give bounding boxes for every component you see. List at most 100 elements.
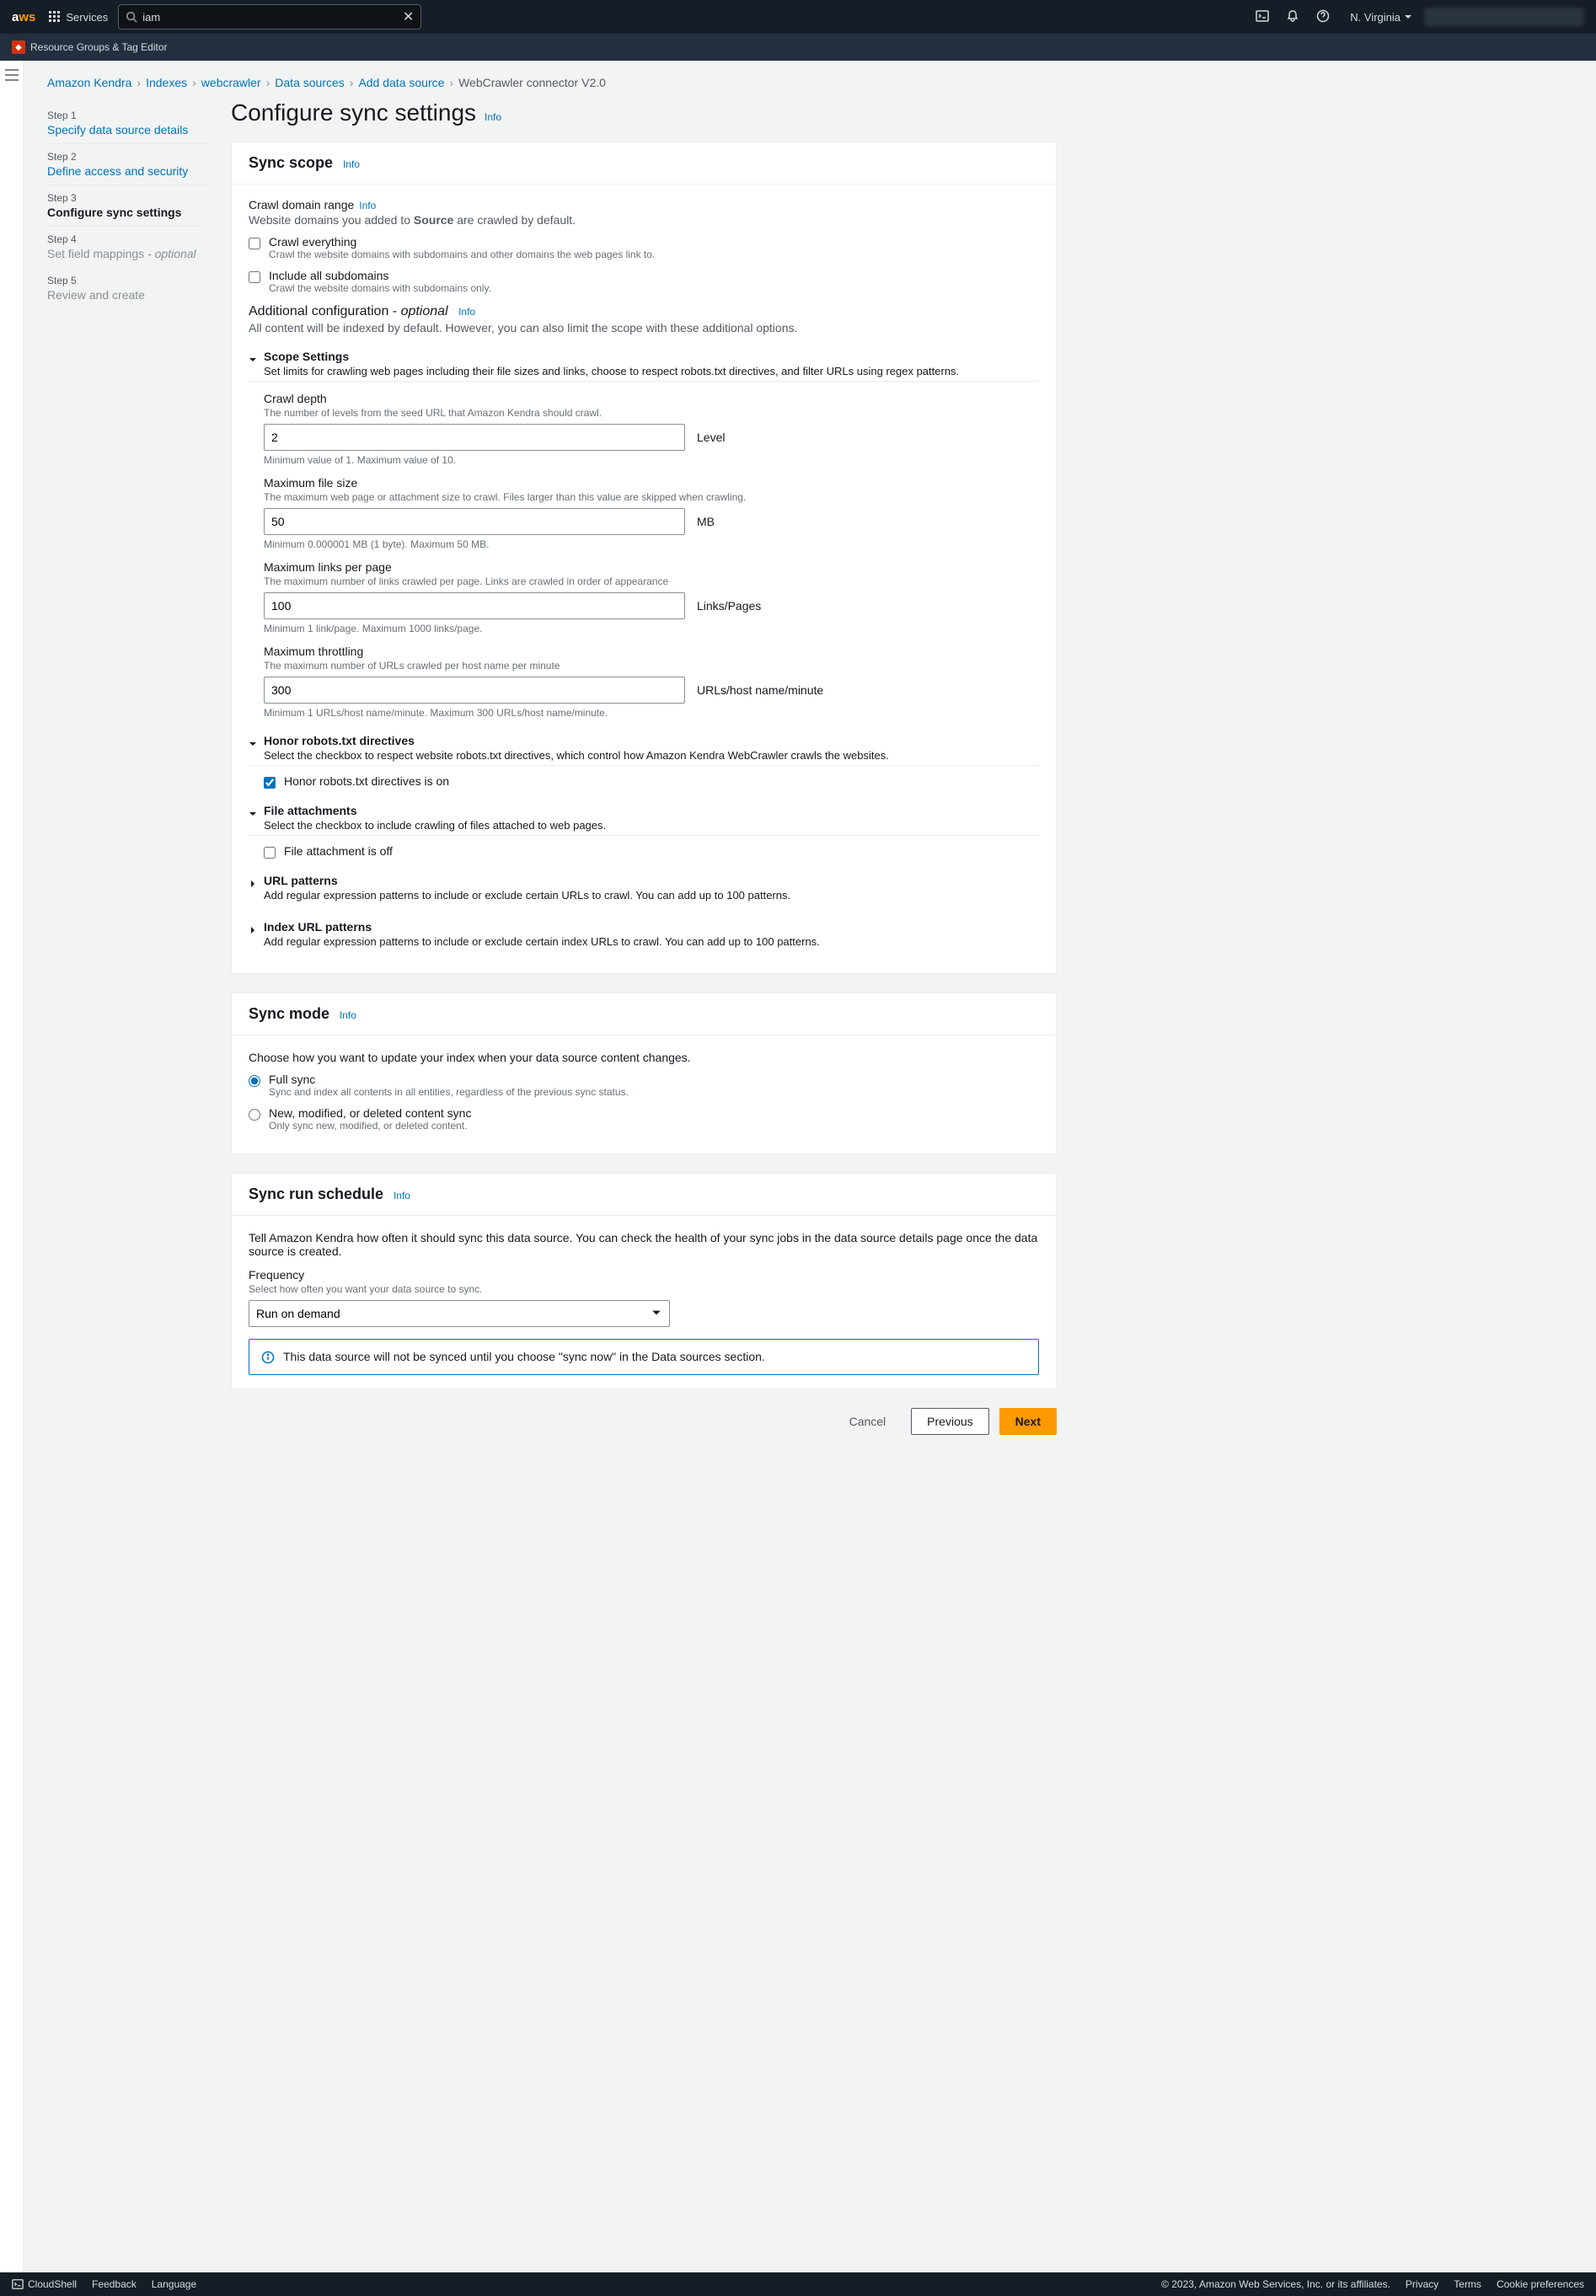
max-links-unit: Links/Pages xyxy=(697,599,761,613)
expander-desc: Select the checkbox to respect website r… xyxy=(264,749,889,762)
info-icon xyxy=(261,1351,275,1364)
previous-button[interactable]: Previous xyxy=(911,1408,988,1435)
help-icon[interactable] xyxy=(1316,9,1330,25)
crawl-domain-range-desc: Website domains you added to Source are … xyxy=(249,213,1039,227)
max-links-label: Maximum links per page xyxy=(264,560,1039,574)
crumb-current: WebCrawler connector V2.0 xyxy=(458,76,606,89)
search-clear-icon[interactable]: ✕ xyxy=(403,8,414,25)
search-icon xyxy=(126,11,137,23)
search-input[interactable] xyxy=(142,11,403,24)
frequency-select[interactable]: Run on demand xyxy=(249,1300,670,1327)
info-link[interactable]: Info xyxy=(340,1009,356,1021)
info-link[interactable]: Info xyxy=(485,111,501,123)
region-selector[interactable]: N. Virginia xyxy=(1350,11,1412,24)
crumb-add-data-source[interactable]: Add data source xyxy=(358,76,444,89)
notifications-icon[interactable] xyxy=(1286,9,1299,25)
delta-sync-input[interactable] xyxy=(249,1109,260,1121)
checkbox-desc: Crawl the website domains with subdomain… xyxy=(269,249,655,260)
footer-privacy[interactable]: Privacy xyxy=(1406,2278,1438,2290)
max-links-hint: Minimum 1 link/page. Maximum 1000 links/… xyxy=(264,623,1039,634)
crawl-domain-range-label: Crawl domain rangeInfo xyxy=(249,198,1039,211)
info-link[interactable]: Info xyxy=(394,1190,410,1202)
aws-logo[interactable]: aws xyxy=(12,10,35,24)
footer-cookie[interactable]: Cookie preferences xyxy=(1497,2278,1584,2290)
index-url-patterns-expander[interactable]: Index URL patterns Add regular expressio… xyxy=(249,917,1039,951)
crumb-kendra[interactable]: Amazon Kendra xyxy=(47,76,131,89)
radio-desc: Only sync new, modified, or deleted cont… xyxy=(269,1120,471,1132)
resource-groups-link[interactable]: Resource Groups & Tag Editor xyxy=(30,41,168,53)
chevron-down-icon xyxy=(1404,13,1412,21)
include-subdomains-input[interactable] xyxy=(249,271,260,283)
checkbox-desc: Crawl the website domains with subdomain… xyxy=(269,282,491,294)
crawl-depth-label: Crawl depth xyxy=(264,392,1039,405)
crumb-data-sources[interactable]: Data sources xyxy=(275,76,344,89)
crawl-everything-checkbox[interactable]: Crawl everything Crawl the website domai… xyxy=(249,235,1039,260)
secondary-bar: ◆ Resource Groups & Tag Editor xyxy=(0,34,1596,61)
honor-robots-input[interactable] xyxy=(264,777,276,789)
breadcrumb: Amazon Kendra› Indexes› webcrawler› Data… xyxy=(47,61,1572,96)
crawl-everything-input[interactable] xyxy=(249,238,260,249)
sync-schedule-panel: Sync run schedule Info Tell Amazon Kendr… xyxy=(231,1173,1057,1389)
footer-terms[interactable]: Terms xyxy=(1454,2278,1481,2290)
max-file-size-hint: Minimum 0.000001 MB (1 byte). Maximum 50… xyxy=(264,538,1039,550)
cancel-button[interactable]: Cancel xyxy=(834,1408,902,1435)
page-title: Configure sync settingsInfo xyxy=(231,99,1057,126)
expander-title: URL patterns xyxy=(264,874,790,887)
additional-config-heading: Additional configuration - optional Info xyxy=(249,304,1039,319)
top-nav: aws Services ✕ N. Virginia xyxy=(0,0,1596,34)
checkbox-label: Include all subdomains xyxy=(269,269,491,282)
resource-groups-icon: ◆ xyxy=(12,40,25,54)
max-throttling-unit: URLs/host name/minute xyxy=(697,683,823,697)
footer-language[interactable]: Language xyxy=(152,2278,196,2290)
search-box[interactable]: ✕ xyxy=(118,4,421,29)
step-1[interactable]: Step 1 Specify data source details xyxy=(47,103,207,144)
max-links-input[interactable] xyxy=(264,592,685,619)
sync-schedule-heading: Sync run schedule xyxy=(249,1185,383,1202)
include-subdomains-checkbox[interactable]: Include all subdomains Crawl the website… xyxy=(249,269,1039,294)
checkbox-label: Crawl everything xyxy=(269,235,655,249)
crawl-depth-desc: The number of levels from the seed URL t… xyxy=(264,407,1039,419)
honor-robots-checkbox[interactable]: Honor robots.txt directives is on xyxy=(264,774,1039,789)
radio-label: Full sync xyxy=(269,1073,629,1086)
file-attachments-expander[interactable]: File attachments Select the checkbox to … xyxy=(249,800,1039,836)
caret-right-icon xyxy=(249,923,259,937)
account-menu[interactable] xyxy=(1424,8,1584,26)
max-file-size-input[interactable] xyxy=(264,508,685,535)
caret-down-icon xyxy=(249,353,259,367)
crumb-webcrawler[interactable]: webcrawler xyxy=(201,76,261,89)
full-sync-radio[interactable]: Full sync Sync and index all contents in… xyxy=(249,1073,1039,1098)
crawl-depth-unit: Level xyxy=(697,431,725,444)
honor-robots-expander[interactable]: Honor robots.txt directives Select the c… xyxy=(249,731,1039,766)
max-file-size-label: Maximum file size xyxy=(264,476,1039,490)
step-number: Step 4 xyxy=(47,233,207,245)
crumb-indexes[interactable]: Indexes xyxy=(146,76,187,89)
file-attachment-checkbox[interactable]: File attachment is off xyxy=(264,844,1039,859)
delta-sync-radio[interactable]: New, modified, or deleted content sync O… xyxy=(249,1106,1039,1132)
full-sync-input[interactable] xyxy=(249,1075,260,1087)
menu-toggle-icon[interactable] xyxy=(5,69,19,2272)
url-patterns-expander[interactable]: URL patterns Add regular expression patt… xyxy=(249,870,1039,905)
cloudshell-icon xyxy=(12,2278,24,2290)
file-attachment-input[interactable] xyxy=(264,847,276,859)
alert-message: This data source will not be synced unti… xyxy=(283,1350,765,1363)
max-throttling-input[interactable] xyxy=(264,677,685,704)
checkbox-label: File attachment is off xyxy=(284,844,393,858)
footer-feedback[interactable]: Feedback xyxy=(92,2278,137,2290)
services-button[interactable]: Services xyxy=(49,11,108,24)
max-file-size-desc: The maximum web page or attachment size … xyxy=(264,491,1039,503)
info-link[interactable]: Info xyxy=(359,200,376,211)
footer-cloudshell[interactable]: CloudShell xyxy=(12,2278,77,2290)
expander-title: File attachments xyxy=(264,804,606,817)
sync-schedule-desc: Tell Amazon Kendra how often it should s… xyxy=(249,1231,1039,1258)
expander-desc: Add regular expression patterns to inclu… xyxy=(264,889,790,902)
scope-settings-expander[interactable]: Scope Settings Set limits for crawling w… xyxy=(249,346,1039,382)
region-label: N. Virginia xyxy=(1350,11,1401,24)
step-2[interactable]: Step 2 Define access and security xyxy=(47,144,207,185)
crawl-depth-input[interactable] xyxy=(264,424,685,451)
step-title: Set field mappings - optional xyxy=(47,247,207,260)
info-link[interactable]: Info xyxy=(458,306,475,318)
next-button[interactable]: Next xyxy=(999,1408,1057,1435)
step-4: Step 4 Set field mappings - optional xyxy=(47,227,207,268)
cloudshell-icon[interactable] xyxy=(1256,9,1269,25)
info-link[interactable]: Info xyxy=(343,158,360,170)
